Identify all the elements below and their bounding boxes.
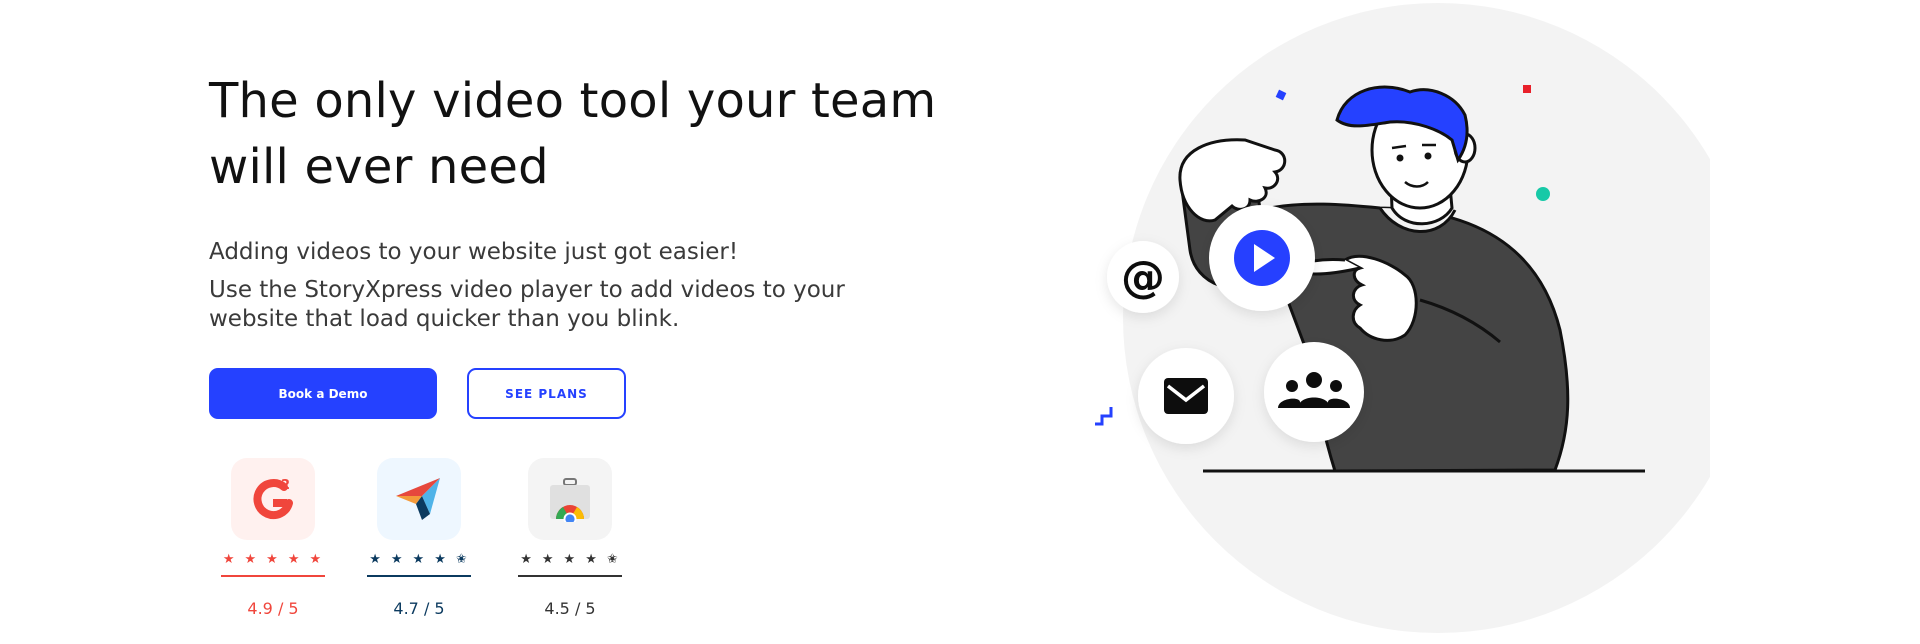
chrome-web-store-icon [550, 478, 590, 522]
rating-divider [367, 575, 471, 577]
svg-text:@: @ [1121, 252, 1165, 303]
team-icon [1264, 342, 1364, 442]
hero-illustration: @ [1060, 0, 1720, 640]
rating-score: 4.5 / 5 [544, 598, 596, 618]
svg-text:2: 2 [281, 478, 290, 493]
g2-logo-icon: 2 [253, 478, 293, 520]
mail-icon [1138, 348, 1234, 444]
see-plans-button[interactable]: SEE PLANS [467, 368, 626, 419]
rating-score: 4.9 / 5 [247, 598, 299, 618]
half-star-icon: ✬ [606, 552, 628, 567]
rating-chrome-web-store[interactable]: ★★★★✬ 4.5 / 5 [510, 458, 630, 618]
hero-description: Use the StoryXpress video player to add … [209, 277, 845, 332]
rating-divider [221, 575, 325, 577]
confetti-teal [1536, 187, 1550, 201]
rating-capterra[interactable]: ★★★★✬ 4.7 / 5 [359, 458, 479, 618]
rating-divider [518, 575, 622, 577]
person-illustration: @ [1095, 3, 1710, 633]
rating-tile [528, 458, 612, 540]
half-star-icon: ✬ [455, 552, 477, 567]
rating-tile [377, 458, 461, 540]
at-sign-icon: @ [1107, 241, 1179, 313]
rating-tile: 2 [231, 458, 315, 540]
rating-g2[interactable]: 2 ★★★★★ 4.9 / 5 [213, 458, 333, 618]
rating-stars: ★★★★✬ [369, 552, 477, 567]
book-demo-button[interactable]: Book a Demo [209, 368, 437, 419]
play-icon [1209, 205, 1315, 311]
hero-title-line-2: will ever need [209, 139, 549, 195]
rating-score: 4.7 / 5 [393, 598, 445, 618]
hero-title: The only video tool your team will ever … [209, 68, 949, 200]
rating-stars: ★★★★★ [222, 552, 332, 567]
hero-subtitle: Adding videos to your website just got e… [209, 239, 739, 265]
rating-stars: ★★★★✬ [520, 552, 628, 567]
confetti-red [1523, 85, 1531, 93]
capterra-logo-icon [396, 478, 440, 520]
confetti-squiggle [1095, 407, 1113, 426]
hero-title-line-1: The only video tool your team [209, 73, 937, 129]
